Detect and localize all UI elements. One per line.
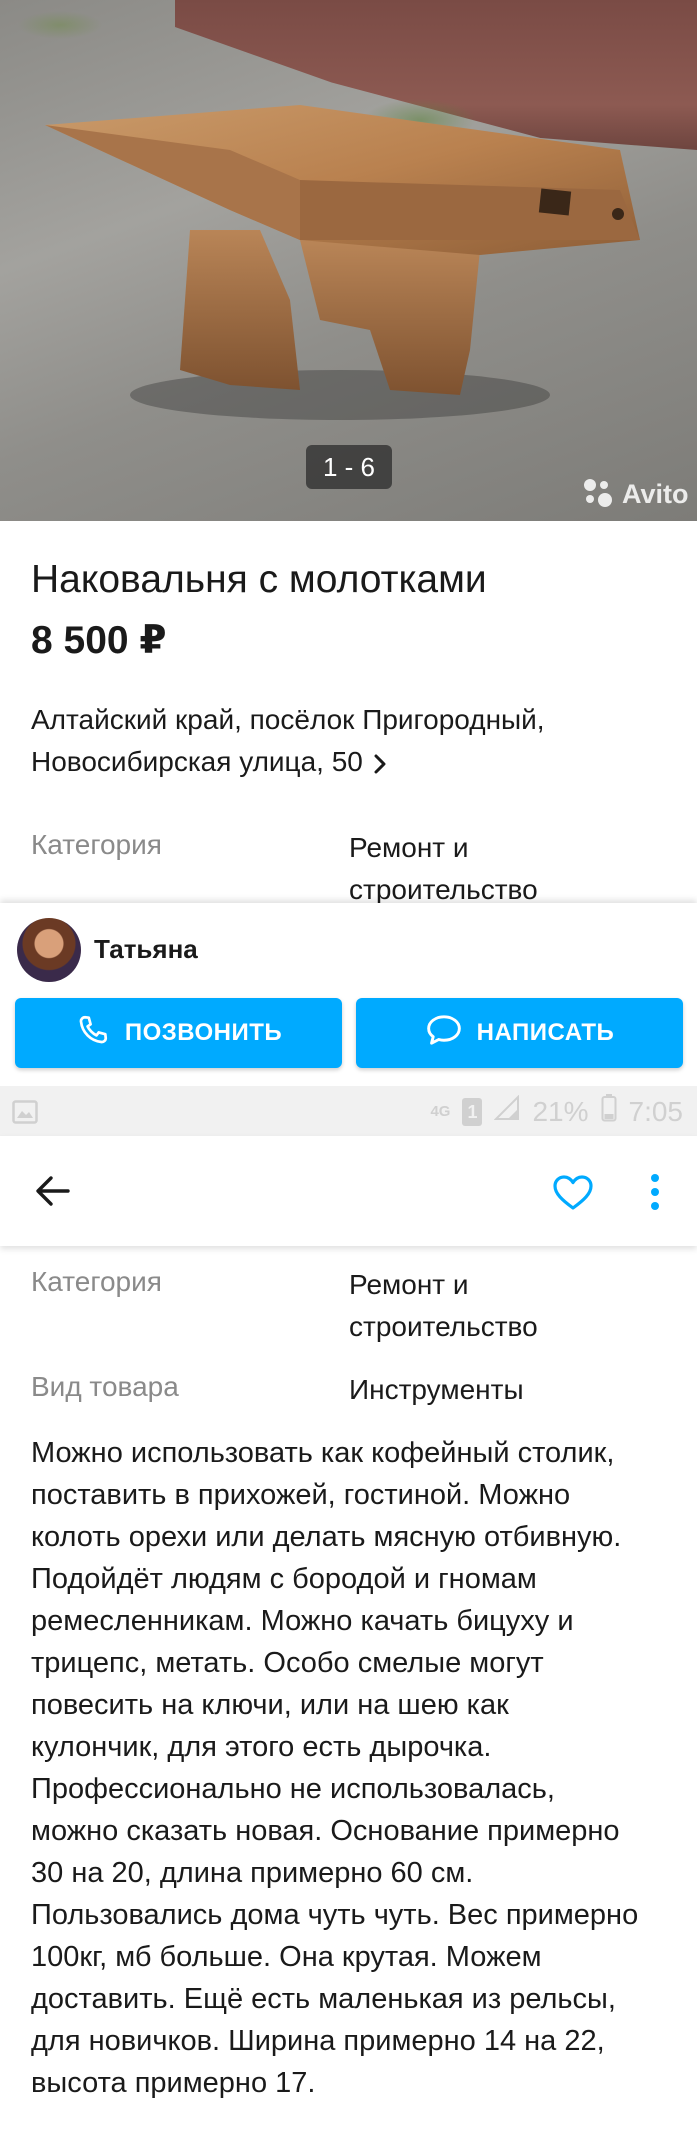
anvil-image bbox=[45, 105, 640, 420]
chat-bubble-icon bbox=[425, 1012, 463, 1055]
address-line-2: Новосибирская улица, 50 bbox=[31, 746, 363, 777]
type-value: Инструменты bbox=[349, 1374, 524, 1405]
write-button-label: НАПИСАТЬ bbox=[476, 1019, 615, 1046]
description-line: повесить на ключи, или на шею как bbox=[31, 1689, 509, 1721]
photo-counter: 1 - 6 bbox=[306, 445, 392, 489]
description-line: Подойдёт людям с бородой и гномам bbox=[31, 1563, 537, 1595]
type-label: Вид товара bbox=[31, 1371, 179, 1402]
more-vertical-icon[interactable] bbox=[647, 1172, 663, 1212]
description-line: для новичков. Ширина примерно 14 на 22, bbox=[31, 2025, 605, 2057]
avito-watermark: Avito bbox=[582, 474, 689, 514]
category-value-line-1: Ремонт и bbox=[349, 832, 469, 863]
description-line: 30 на 20, длина примерно 60 см. bbox=[31, 1857, 474, 1889]
description-line: Можно использовать как кофейный столик, bbox=[31, 1437, 615, 1469]
description-line: 100кг, мб больше. Она крутая. Можем bbox=[31, 1941, 542, 1973]
listing-description: Можно использовать как кофейный столик, … bbox=[31, 1432, 671, 2104]
address-line-1: Алтайский край, посёлок Пригородный, bbox=[31, 704, 545, 735]
description-line: можно сказать новая. Основание примерно bbox=[31, 1815, 620, 1847]
listing-photo[interactable]: 1 - 6 Avito bbox=[0, 0, 697, 521]
arrow-left-icon[interactable] bbox=[34, 1174, 74, 1210]
listing-title: Наковальня с молотками bbox=[31, 558, 487, 601]
listing-price: 8 500 ₽ bbox=[31, 619, 167, 662]
app-toolbar bbox=[0, 1136, 697, 1246]
listing-address[interactable]: Алтайский край, посёлок Пригородный, Нов… bbox=[31, 699, 671, 787]
description-line: трицепс, метать. Особо смелые могут bbox=[31, 1647, 544, 1679]
sim-indicator: 1 bbox=[462, 1097, 483, 1126]
phone-icon bbox=[75, 1012, 111, 1055]
category-value: Ремонт и строительство bbox=[349, 827, 679, 911]
battery-icon bbox=[601, 1094, 617, 1129]
description-line: Пользовались дома чуть чуть. Вес примерн… bbox=[31, 1899, 639, 1931]
category-label: Категория bbox=[31, 1266, 162, 1297]
description-line: колоть орехи или делать мясную отбивную. bbox=[31, 1521, 622, 1553]
description-line: ремесленникам. Можно качать бицуху и bbox=[31, 1605, 574, 1637]
battery-percent: 21% bbox=[532, 1095, 589, 1127]
call-button[interactable]: ПОЗВОНИТЬ bbox=[15, 998, 342, 1068]
category-label: Категория bbox=[31, 829, 162, 860]
category-value-line-1: Ремонт и bbox=[349, 1269, 469, 1300]
status-bar: 4G 1 21% 7:05 bbox=[0, 1086, 697, 1136]
gallery-notification-icon bbox=[12, 1099, 38, 1131]
status-indicators: 4G 1 21% 7:05 bbox=[430, 1094, 683, 1129]
call-button-label: ПОЗВОНИТЬ bbox=[124, 1019, 283, 1046]
category-value: Ремонт и строительство bbox=[349, 1264, 679, 1348]
description-line: Профессионально не использовалась, bbox=[31, 1773, 555, 1805]
seller-name[interactable]: Татьяна bbox=[94, 934, 198, 965]
heart-icon[interactable] bbox=[552, 1174, 594, 1212]
write-button[interactable]: НАПИСАТЬ bbox=[356, 998, 683, 1068]
avatar[interactable] bbox=[17, 918, 81, 982]
network-type: 4G bbox=[430, 1103, 451, 1120]
description-line: поставить в прихожей, гостиной. Можно bbox=[31, 1479, 571, 1511]
clock: 7:05 bbox=[628, 1095, 684, 1127]
avito-watermark-text: Avito bbox=[622, 478, 689, 509]
avito-logo-icon bbox=[582, 477, 616, 511]
description-line: кулончик, для этого есть дырочка. bbox=[31, 1731, 492, 1763]
chevron-right-icon bbox=[373, 745, 387, 787]
signal-icon bbox=[494, 1094, 520, 1128]
description-line: доставить. Ещё есть маленькая из рельсы, bbox=[31, 1983, 616, 2015]
description-line: высота примерно 17. bbox=[31, 2067, 316, 2099]
category-value-line-2: строительство bbox=[349, 1311, 538, 1342]
